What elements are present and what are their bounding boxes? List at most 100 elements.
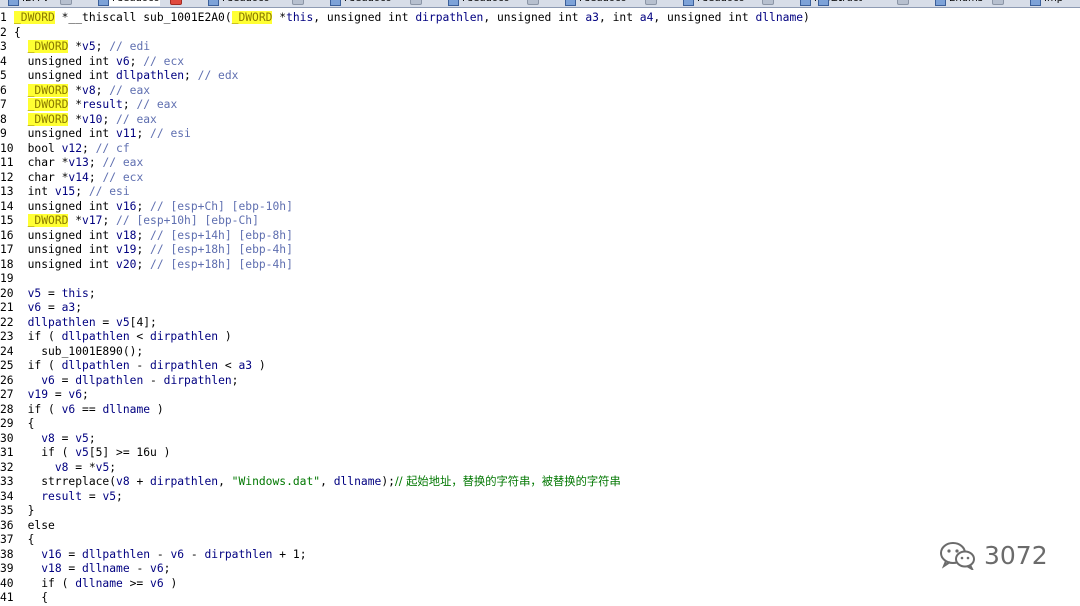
tab-pseudoco[interactable]: Pseudoco — [448, 0, 539, 6]
code-line[interactable]: 28 if ( v6 == dllname ) — [0, 403, 1080, 418]
code-line[interactable]: 12 char *v14; // ecx — [0, 171, 1080, 186]
code-line[interactable]: 2{ — [0, 26, 1080, 41]
code-text: v6 = a3; — [27, 301, 83, 314]
close-icon[interactable] — [60, 0, 72, 5]
code-line[interactable]: 14 unsigned int v16; // [esp+Ch] [ebp-10… — [0, 200, 1080, 215]
code-line[interactable]: 10 bool v12; // cf — [0, 142, 1080, 157]
pseudocode-view[interactable]: 1 _DWORD *__thiscall sub_1001E2A0(_DWORD … — [0, 11, 1080, 606]
line-number: 13 — [0, 185, 14, 198]
tab-pseudoco[interactable]: Pseudoco — [330, 0, 422, 6]
code-text: _DWORD *result; // eax — [27, 98, 178, 111]
code-line[interactable]: 27 v19 = v6; — [0, 388, 1080, 403]
code-text: unsigned int v19; // [esp+18h] [ebp-4h] — [14, 243, 293, 256]
code-line[interactable]: 13 int v15; // esi — [0, 185, 1080, 200]
code-text: unsigned int v16; // [esp+Ch] [ebp-10h] — [14, 199, 293, 213]
line-number: 20 — [0, 286, 14, 300]
code-line[interactable]: 26 v6 = dllpathlen - dirpathlen; — [0, 374, 1080, 389]
code-text: } — [14, 504, 35, 517]
close-icon[interactable] — [992, 0, 1004, 5]
tab-pseudoco[interactable]: Pseudoco — [565, 0, 657, 6]
code-line[interactable]: 38 v16 = dllpathlen - v6 - dirpathlen + … — [0, 548, 1080, 563]
code-line[interactable]: 21 v6 = a3; — [0, 301, 1080, 316]
line-number: 39 — [0, 562, 14, 575]
code-line[interactable]: 33 strreplace(v8 + dirpathlen, "Windows.… — [0, 475, 1080, 490]
code-line[interactable]: 11 char *v13; // eax — [0, 156, 1080, 171]
line-number: 6 — [0, 83, 7, 97]
tab-icon — [565, 0, 576, 6]
code-line[interactable]: 6 _DWORD *v8; // eax — [0, 83, 1080, 99]
code-line[interactable]: 1 _DWORD *__thiscall sub_1001E2A0(_DWORD … — [0, 11, 1080, 26]
code-line[interactable]: 7 _DWORD *result; // eax — [0, 98, 1080, 113]
line-number: 2 — [0, 25, 7, 39]
code-line[interactable]: 4 unsigned int v6; // ecx — [0, 55, 1080, 70]
line-number: 14 — [0, 199, 14, 213]
code-line[interactable]: 35 } — [0, 504, 1080, 519]
code-text: unsigned int v11; // esi — [14, 127, 191, 140]
close-icon[interactable] — [897, 0, 909, 5]
line-number: 29 — [0, 417, 14, 430]
code-line[interactable]: 23 if ( dllpathlen < dirpathlen ) — [0, 330, 1080, 345]
tab-imp[interactable]: Imp — [1030, 0, 1063, 6]
close-icon[interactable] — [645, 0, 657, 5]
code-text: bool v12; // cf — [14, 141, 130, 155]
code-line[interactable]: 36 else — [0, 519, 1080, 534]
tab-label: Pseudoco — [462, 0, 510, 4]
line-number: 10 — [0, 141, 14, 155]
code-text: result = v5; — [41, 489, 123, 503]
close-icon[interactable] — [410, 0, 422, 5]
code-line[interactable]: 16 unsigned int v18; // [esp+14h] [ebp-8… — [0, 229, 1080, 244]
code-line[interactable]: 40 if ( dllname >= v6 ) — [0, 577, 1080, 592]
tab-struct[interactable]: Struct — [818, 0, 909, 6]
tab-enums[interactable]: Enums — [935, 0, 1004, 6]
code-text: _DWORD *v17; // [esp+10h] [ebp-Ch] — [27, 214, 259, 227]
code-line[interactable]: 24 sub_1001E890(); — [0, 345, 1080, 360]
code-text: v16 = dllpathlen - v6 - dirpathlen + 1; — [41, 547, 307, 561]
code-line[interactable]: 15 _DWORD *v17; // [esp+10h] [ebp-Ch] — [0, 214, 1080, 229]
code-line[interactable]: 34 result = v5; — [0, 490, 1080, 505]
code-line[interactable]: 22 dllpathlen = v5[4]; — [0, 316, 1080, 331]
tab-icon — [800, 0, 811, 6]
close-icon[interactable] — [170, 0, 182, 5]
code-text: if ( v5[5] >= 16u ) — [14, 446, 171, 459]
code-line[interactable]: 41 { — [0, 591, 1080, 606]
code-line[interactable]: 31 if ( v5[5] >= 16u ) — [0, 446, 1080, 461]
tab-pseudoco[interactable]: Pseudoco — [208, 0, 304, 6]
tab-label: Pseudoco — [112, 0, 160, 4]
code-text: unsigned int dllpathlen; // edx — [14, 69, 239, 82]
code-text: { — [14, 533, 35, 546]
code-line[interactable]: 37 { — [0, 533, 1080, 548]
code-line[interactable]: 3 _DWORD *v5; // edi — [0, 40, 1080, 55]
tab-icon — [1030, 0, 1041, 6]
tab-label: IDA V — [22, 0, 49, 4]
code-text: int v15; // esi — [14, 185, 130, 198]
line-number: 38 — [0, 547, 14, 561]
code-line[interactable]: 17 unsigned int v19; // [esp+18h] [ebp-4… — [0, 243, 1080, 258]
close-icon[interactable] — [527, 0, 539, 5]
code-text: v6 = dllpathlen - dirpathlen; — [41, 373, 239, 387]
code-line[interactable]: 30 v8 = v5; — [0, 432, 1080, 447]
code-line[interactable]: 18 unsigned int v20; // [esp+18h] [ebp-4… — [0, 258, 1080, 273]
tab-icon — [935, 0, 946, 6]
code-text: unsigned int v18; // [esp+14h] [ebp-8h] — [14, 228, 293, 242]
code-line[interactable]: 39 v18 = dllname - v6; — [0, 562, 1080, 577]
tab-pseudoco[interactable]: Pseudoco — [98, 0, 182, 6]
tab-icon — [8, 0, 19, 6]
code-line[interactable]: 29 { — [0, 417, 1080, 432]
code-line[interactable]: 8 _DWORD *v10; // eax — [0, 112, 1080, 128]
tab-ida-v[interactable]: IDA V — [8, 0, 72, 6]
code-line[interactable]: 25 if ( dllpathlen - dirpathlen < a3 ) — [0, 359, 1080, 374]
line-number: 27 — [0, 388, 14, 401]
code-text: unsigned int v6; // ecx — [14, 54, 185, 68]
code-line[interactable]: 20 v5 = this; — [0, 287, 1080, 302]
close-icon[interactable] — [762, 0, 774, 5]
code-line[interactable]: 9 unsigned int v11; // esi — [0, 127, 1080, 142]
code-line[interactable]: 19 — [0, 272, 1080, 287]
close-icon[interactable] — [292, 0, 304, 5]
line-number: 35 — [0, 504, 14, 517]
line-number: 40 — [0, 576, 14, 590]
line-number: 16 — [0, 228, 14, 242]
tab-pseudoco[interactable]: Pseudoco — [683, 0, 774, 6]
code-line[interactable]: 32 v8 = *v5; — [0, 461, 1080, 476]
code-line[interactable]: 5 unsigned int dllpathlen; // edx — [0, 69, 1080, 84]
code-text: _DWORD *v8; // eax — [27, 83, 151, 97]
